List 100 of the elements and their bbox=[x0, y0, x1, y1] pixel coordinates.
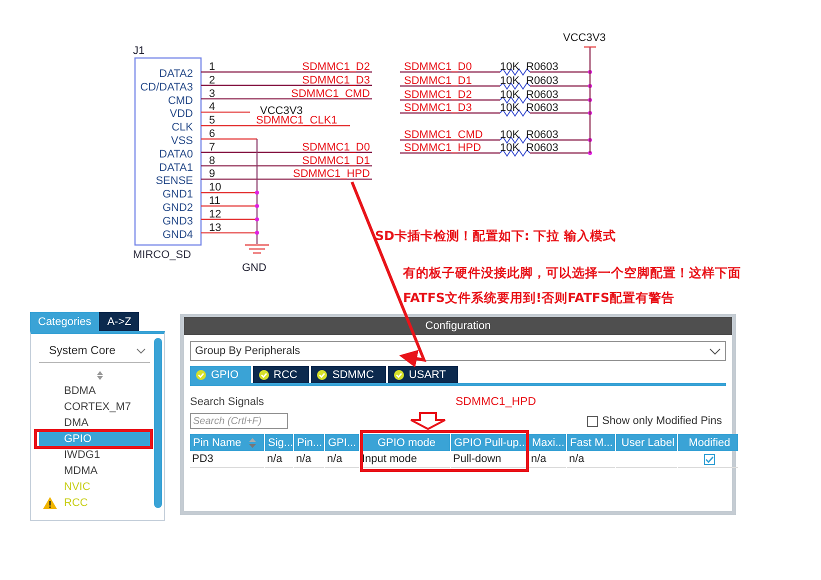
annotation-text: SD卡插卡检测！配置如下: 下拉 输入模式 bbox=[375, 228, 616, 245]
table-cell: n/a bbox=[265, 451, 293, 468]
peripheral-tab[interactable]: GPIO bbox=[190, 366, 251, 383]
pin-name: GND3 bbox=[162, 215, 193, 228]
power-label: VCC3V3 bbox=[563, 32, 606, 44]
panel-header: Configuration bbox=[184, 317, 732, 335]
peripheral-tab[interactable]: USART bbox=[388, 366, 458, 383]
pin-number: 7 bbox=[209, 141, 216, 154]
sidebar-item[interactable]: RCC bbox=[39, 495, 150, 511]
search-field[interactable]: Search (Crtl+F) bbox=[190, 413, 288, 429]
search-label: Search Signals bbox=[190, 396, 264, 408]
resistor-footprint: R0603 bbox=[526, 89, 558, 101]
column-header[interactable]: Fast M... bbox=[567, 434, 615, 451]
scrollbar[interactable] bbox=[154, 338, 162, 508]
sidebar-item[interactable]: IWDG1 bbox=[39, 447, 150, 463]
sidebar-item[interactable]: DMA bbox=[39, 415, 150, 431]
column-header[interactable]: Sig... bbox=[265, 434, 293, 451]
group-by-dropdown[interactable]: Group By Peripherals bbox=[190, 341, 726, 361]
resistor-footprint: R0603 bbox=[526, 75, 558, 87]
pin-number: 6 bbox=[209, 128, 216, 140]
pin-name: DATA1 bbox=[159, 162, 193, 174]
chevron-down-icon bbox=[709, 348, 721, 354]
category-dropdown[interactable]: System Core bbox=[39, 342, 150, 363]
net-label: SDMMC1_HPD bbox=[292, 168, 370, 180]
column-header[interactable]: Pin... bbox=[294, 434, 324, 451]
column-header[interactable]: Modified bbox=[678, 434, 738, 451]
pin-number: 8 bbox=[209, 154, 216, 167]
down-arrow-icon bbox=[408, 412, 448, 430]
resistor-footprint: R0603 bbox=[526, 142, 558, 154]
sidebar-item[interactable]: CORTEX_M7 bbox=[39, 399, 150, 415]
show-modified-checkbox[interactable]: Show only Modified Pins bbox=[587, 415, 722, 427]
pin-name: GND2 bbox=[162, 202, 193, 214]
pin-note: SDMMC1_HPD bbox=[455, 396, 536, 408]
part-name: MIRCO_SD bbox=[133, 249, 192, 261]
part-ref: J1 bbox=[133, 45, 145, 57]
column-header[interactable]: User Label bbox=[616, 434, 677, 451]
check-circle-icon bbox=[258, 370, 269, 380]
resistor-value: 10K bbox=[500, 142, 520, 154]
pin-number: 10 bbox=[209, 182, 222, 194]
net-label: SDMMC1_D3 bbox=[404, 102, 472, 114]
net-label: SDMMC1_D1 bbox=[302, 154, 370, 167]
resistor-footprint: R0603 bbox=[526, 129, 558, 141]
net-label: SDMMC1_D0 bbox=[302, 141, 370, 154]
column-header[interactable]: Maxi... bbox=[529, 434, 566, 451]
net-label: SDMMC1_D3 bbox=[302, 74, 370, 86]
sidebar-tab[interactable]: Categories bbox=[30, 312, 100, 331]
chevron-down-icon bbox=[136, 348, 146, 354]
sort-arrows-icon bbox=[97, 371, 103, 380]
net-label: SDMMC1_CLK1 bbox=[256, 114, 338, 127]
pin-number: 9 bbox=[209, 168, 216, 180]
pin-number: 4 bbox=[209, 101, 216, 114]
resistor-value: 10K bbox=[500, 89, 520, 101]
check-circle-icon bbox=[317, 370, 328, 380]
check-circle-icon bbox=[394, 370, 404, 380]
net-label: SDMMC1_D0 bbox=[404, 61, 472, 73]
resistor-value: 10K bbox=[500, 129, 520, 141]
pin-name: GND4 bbox=[162, 228, 193, 241]
resistor-footprint: R0603 bbox=[526, 102, 558, 114]
net-label: SDMMC1_CMD bbox=[404, 129, 483, 141]
pin-name: VSS bbox=[170, 135, 193, 147]
pin-name: DATA2 bbox=[159, 68, 193, 80]
ground-label: GND bbox=[242, 262, 266, 274]
column-header[interactable]: GPI... bbox=[325, 434, 359, 451]
net-label: SDMMC1_D2 bbox=[302, 61, 370, 73]
annotation-text: 有的板子硬件没接此脚，可以选择一个空脚配置！这样下面 bbox=[403, 265, 741, 282]
check-circle-icon bbox=[196, 370, 206, 380]
table-cell: n/a bbox=[325, 451, 359, 468]
pin-name: CMD bbox=[168, 94, 193, 107]
pin-number: 11 bbox=[209, 195, 220, 207]
sidebar-item[interactable]: BDMA bbox=[39, 383, 150, 399]
pin-name: DATA0 bbox=[159, 148, 193, 160]
table-cell: PD3 bbox=[190, 451, 264, 468]
peripheral-tab[interactable]: RCC bbox=[252, 366, 310, 383]
resistor-value: 10K bbox=[500, 61, 520, 73]
resistor-footprint: R0603 bbox=[526, 61, 558, 73]
pin-name: SENSE bbox=[156, 175, 193, 188]
table-cell: n/a bbox=[294, 451, 324, 468]
table-cell: n/a bbox=[529, 451, 566, 468]
pin-number: 12 bbox=[209, 208, 222, 220]
sidebar-item[interactable]: MDMA bbox=[39, 463, 150, 479]
net-label: SDMMC1_D1 bbox=[404, 75, 472, 87]
column-header[interactable]: Pin Name bbox=[190, 434, 264, 451]
pin-number: 2 bbox=[209, 74, 216, 86]
pin-number: 1 bbox=[209, 61, 216, 73]
annotation-text: FATFS文件系统要用到!否则FATFS配置有警告 bbox=[403, 290, 674, 307]
warning-icon bbox=[43, 497, 57, 509]
pin-number: 3 bbox=[209, 88, 216, 100]
pin-number: 5 bbox=[209, 114, 216, 127]
net-label: SDMMC1_CMD bbox=[291, 88, 370, 100]
table-cell: n/a bbox=[567, 451, 615, 468]
resistor-value: 10K bbox=[500, 102, 520, 114]
net-label: SDMMC1_D2 bbox=[404, 89, 472, 101]
ground-symbol bbox=[245, 244, 269, 254]
pin-name: GND1 bbox=[162, 188, 193, 201]
resistor-value: 10K bbox=[500, 75, 520, 87]
pin-name: VDD bbox=[170, 108, 193, 120]
modified-checkbox[interactable] bbox=[704, 454, 714, 464]
sidebar-tab[interactable]: A->Z bbox=[99, 312, 140, 331]
peripheral-tab[interactable]: SDMMC bbox=[311, 366, 386, 383]
sidebar-item[interactable]: NVIC bbox=[39, 479, 150, 495]
